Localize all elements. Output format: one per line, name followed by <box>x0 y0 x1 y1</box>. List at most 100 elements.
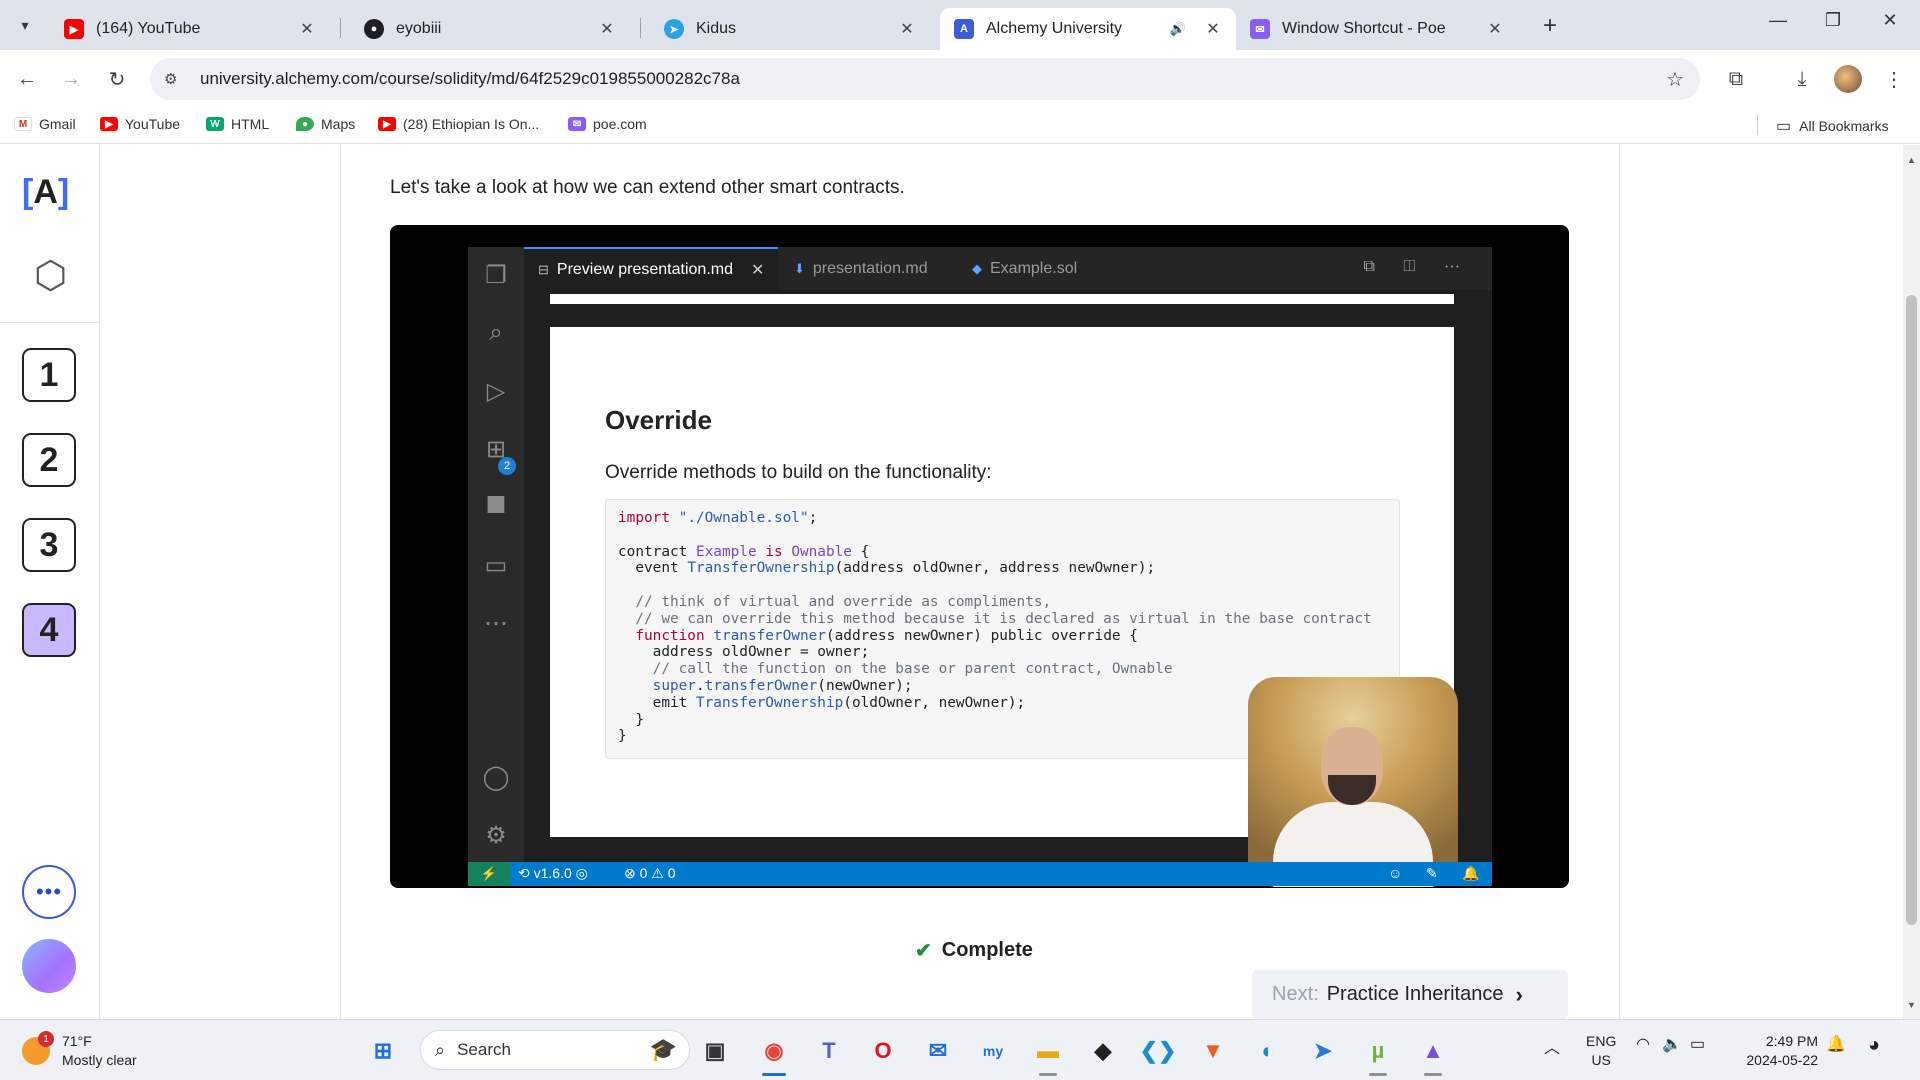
copilot-icon[interactable]: ◕ <box>1868 1034 1880 1057</box>
scroll-up-icon[interactable]: ▲ <box>1907 155 1916 165</box>
address-bar[interactable]: ⚙ university.alchemy.com/course/solidity… <box>150 58 1700 100</box>
menu-icon[interactable]: ⋮ <box>1878 63 1910 95</box>
step-4-button[interactable]: 4 <box>22 603 76 657</box>
scroll-thumb[interactable] <box>1906 295 1917 925</box>
youtube-icon: ▶ <box>64 19 84 39</box>
close-icon[interactable]: ✕ <box>298 19 316 39</box>
download-icon[interactable]: ⤓ <box>1786 63 1818 95</box>
vscode-icon[interactable]: ❮❯ <box>1140 1034 1177 1068</box>
tab-alchemy-university[interactable]: A Alchemy University 🔊 ✕ <box>940 8 1236 50</box>
myapp-icon[interactable]: my <box>976 1034 1010 1068</box>
taskbar-search[interactable]: ⌕ Search 🎓 <box>420 1030 690 1070</box>
edge-icon[interactable]: ◐ <box>1251 1034 1285 1068</box>
slide-subtitle: Override methods to build on the functio… <box>605 462 992 483</box>
language-indicator[interactable]: ENG US <box>1586 1032 1616 1070</box>
more-icon: ⋯ <box>484 609 508 637</box>
show-hidden-icons-icon[interactable]: ︿ <box>1544 1034 1560 1058</box>
page-scrollbar[interactable]: ▲ ▼ <box>1903 145 1920 1019</box>
telegram-app-icon[interactable]: ➤ <box>1306 1034 1340 1068</box>
volume-icon[interactable]: 🔈 <box>1662 1034 1682 1054</box>
clock[interactable]: 2:49 PM 2024-05-22 <box>1738 1032 1818 1070</box>
utorrent-icon[interactable]: µ <box>1361 1034 1395 1068</box>
alchemy-logo[interactable]: [A] <box>22 173 69 212</box>
bookmark-youtube[interactable]: ▶ YouTube <box>100 116 180 132</box>
speaker-icon[interactable]: 🔊 <box>1170 21 1186 37</box>
close-icon[interactable]: ✕ <box>598 19 616 39</box>
wifi-icon[interactable]: ◠ <box>1636 1034 1650 1054</box>
account-icon: ◯ <box>482 763 510 791</box>
site-info-icon[interactable]: ⚙ <box>164 70 186 88</box>
close-icon[interactable]: ✕ <box>1204 19 1222 39</box>
forward-icon[interactable]: → <box>56 64 86 94</box>
poe-icon: ✉ <box>568 117 586 131</box>
markdown-icon: ⬇ <box>794 260 805 276</box>
bookmark-star-icon[interactable]: ☆ <box>1666 67 1684 92</box>
editor-tab-presentation: ⬇ presentation.md <box>794 259 928 277</box>
bookmark-gmail[interactable]: M Gmail <box>14 116 76 132</box>
notification-bell-icon[interactable]: 🔔 <box>1826 1034 1846 1054</box>
tab-poe[interactable]: ✉ Window Shortcut - Poe ✕ <box>1236 8 1518 50</box>
tab-github[interactable]: ● eyobiii ✕ <box>350 8 630 50</box>
lesson-video[interactable]: ❐ ⌕ ▷ ⊞ 2 ⯀ ▭ ⋯ ◯ ⚙ ⊟ Preview presentati… <box>390 225 1569 888</box>
chrome-icon[interactable]: ◉ <box>757 1034 791 1068</box>
bookmark-ethiopian[interactable]: ▶ (28) Ethiopian Is On... <box>378 116 539 132</box>
vscode-status-bar: ⚡ ⟲ v1.6.0 ◎ ⊗ 0 ⚠ 0 ☺ ✎ 🔔 <box>468 862 1492 886</box>
editor-tab-example: ◆ Example.sol <box>972 259 1078 277</box>
task-view-icon[interactable]: ▣ <box>698 1034 732 1068</box>
teams-icon[interactable]: T <box>812 1034 846 1068</box>
user-avatar[interactable] <box>22 939 76 993</box>
alchemy-icon: A <box>954 19 974 39</box>
youtube-icon: ▶ <box>100 117 118 131</box>
step-3-button[interactable]: 3 <box>22 518 76 572</box>
step-2-button[interactable]: 2 <box>22 433 76 487</box>
app-icon[interactable]: ▲ <box>1416 1034 1450 1068</box>
extensions-icon[interactable]: ⧉ <box>1720 63 1752 95</box>
step-1-button[interactable]: 1 <box>22 348 76 402</box>
close-icon[interactable]: ✕ <box>898 19 916 39</box>
close-window-icon[interactable]: ✕ <box>1870 10 1910 31</box>
bookmark-poe[interactable]: ✉ poe.com <box>568 116 647 132</box>
browser-toolbar: ← → ↻ ⚙ university.alchemy.com/course/so… <box>0 50 1920 108</box>
file-explorer-icon[interactable]: ▬ <box>1031 1034 1065 1068</box>
close-icon[interactable]: ✕ <box>1486 19 1504 39</box>
run-debug-icon: ▷ <box>486 377 506 405</box>
preview-icon: ⊟ <box>538 261 549 277</box>
start-icon[interactable]: ⊞ <box>366 1034 400 1068</box>
editor-actions-icon: ⧉ ◫ ⋯ <box>1363 258 1472 275</box>
feedback-icon: ✎ <box>1426 865 1438 881</box>
tab-strip: ▾ ▶ (164) YouTube ✕ ● eyobiii ✕ ➤ Kidus … <box>0 0 1920 50</box>
battery-icon[interactable]: ▭ <box>1690 1034 1705 1054</box>
dropbox-icon[interactable]: ◆ <box>1086 1034 1120 1068</box>
tab-search-menu-icon[interactable]: ▾ <box>12 12 38 38</box>
opera-icon[interactable]: O <box>866 1034 900 1068</box>
brave-icon[interactable]: ▼ <box>1196 1034 1230 1068</box>
checkmark-icon: ✔ <box>915 940 932 962</box>
complete-button[interactable]: ✔ Complete <box>915 938 1033 963</box>
tab-telegram[interactable]: ➤ Kidus ✕ <box>650 8 930 50</box>
solidity-icon: ◆ <box>972 260 982 276</box>
more-options-button[interactable]: ••• <box>22 865 76 919</box>
folder-icon: ▭ <box>1776 118 1792 135</box>
weather-sun-icon: 1 <box>22 1031 54 1065</box>
weather-widget[interactable]: 1 71°F Mostly clear <box>22 1031 137 1070</box>
w3-icon: W <box>206 117 224 131</box>
new-tab-icon[interactable]: + <box>1543 12 1557 40</box>
minimize-icon[interactable]: — <box>1758 10 1798 31</box>
chevron-right-icon: › <box>1515 981 1523 1007</box>
back-icon[interactable]: ← <box>12 64 42 94</box>
restore-icon[interactable]: ❐ <box>1813 10 1853 31</box>
reload-icon[interactable]: ↻ <box>102 64 132 94</box>
bookmark-html[interactable]: W HTML <box>206 116 269 132</box>
profile-avatar[interactable] <box>1834 65 1862 93</box>
telegram-icon: ➤ <box>664 19 684 39</box>
ethereum-icon[interactable]: ⬡ <box>34 257 67 295</box>
mail-icon[interactable]: ✉ <box>921 1034 955 1068</box>
all-bookmarks[interactable]: ▭ All Bookmarks <box>1776 116 1889 136</box>
next-lesson-button[interactable]: Next: Practice Inheritance › <box>1252 970 1568 1019</box>
bookmarks-bar: M Gmail ▶ YouTube W HTML ● Maps ▶ (28) E… <box>0 108 1920 144</box>
problems-status: ⊗ 0 ⚠ 0 <box>624 865 676 881</box>
windows-taskbar: 1 71°F Mostly clear ⊞ ⌕ Search 🎓 ▣ ◉ T O… <box>0 1019 1920 1080</box>
scroll-down-icon[interactable]: ▼ <box>1907 1000 1916 1010</box>
bookmark-maps[interactable]: ● Maps <box>296 116 355 132</box>
tab-youtube[interactable]: ▶ (164) YouTube ✕ <box>50 8 330 50</box>
